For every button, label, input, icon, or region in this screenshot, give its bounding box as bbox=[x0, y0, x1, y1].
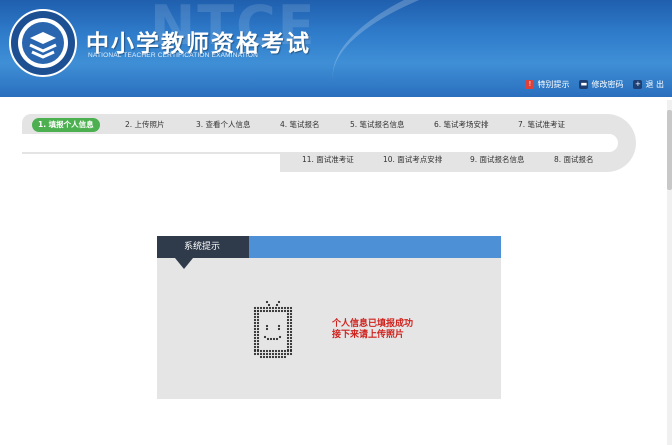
notice-title: 系统提示 bbox=[157, 236, 249, 258]
logout-link[interactable]: + 退 出 bbox=[633, 79, 664, 90]
notice-message: 个人信息已填报成功 接下来请上传照片 bbox=[332, 319, 413, 341]
step-2-upload-photo[interactable]: 2. 上传照片 bbox=[125, 118, 165, 132]
warning-icon: ! bbox=[525, 80, 535, 89]
step-3-view-info[interactable]: 3. 查看个人信息 bbox=[196, 118, 251, 132]
step-5-written-registration-info[interactable]: 5. 笔试报名信息 bbox=[350, 118, 405, 132]
password-icon: ▬ bbox=[579, 80, 589, 89]
header-banner: NTCE 中小学教师资格考试 NATIONAL TEACHER CERTIFIC… bbox=[0, 0, 672, 97]
scrollbar-thumb[interactable] bbox=[667, 110, 672, 190]
steps-bar: 1. 填报个人信息 2. 上传照片 3. 查看个人信息 4. 笔试报名 5. 笔… bbox=[22, 114, 636, 172]
notice-message-line1: 个人信息已填报成功 bbox=[332, 319, 414, 329]
step-9-interview-registration-info[interactable]: 9. 面试报名信息 bbox=[470, 153, 525, 167]
step-8-interview-registration[interactable]: 8. 面试报名 bbox=[554, 153, 594, 167]
step-10-interview-venue[interactable]: 10. 面试考点安排 bbox=[383, 153, 442, 167]
change-password-label: 修改密码 bbox=[591, 80, 624, 89]
logout-icon: + bbox=[633, 80, 643, 89]
page-subtitle: NATIONAL TEACHER CERTIFICATION EXAMINATI… bbox=[88, 52, 259, 59]
step-11-interview-admission-ticket[interactable]: 11. 面试准考证 bbox=[302, 153, 354, 167]
step-4-written-registration[interactable]: 4. 笔试报名 bbox=[280, 118, 320, 132]
notice-message-line2: 接下来请上传照片 bbox=[332, 330, 405, 340]
steps-track-gap-left bbox=[22, 154, 280, 172]
special-notice-link[interactable]: ! 特别提示 bbox=[525, 79, 569, 90]
tv-smile-icon bbox=[253, 300, 293, 359]
top-links: ! 特别提示 ▬ 修改密码 + 退 出 bbox=[525, 79, 664, 90]
logout-label: 退 出 bbox=[645, 80, 664, 89]
notice-tab-pointer bbox=[175, 258, 193, 269]
step-6-written-exam-room[interactable]: 6. 笔试考场安排 bbox=[434, 118, 489, 132]
steps-track-gap bbox=[22, 134, 618, 152]
step-1-fill-info[interactable]: 1. 填报个人信息 bbox=[32, 118, 100, 132]
step-7-written-admission-ticket[interactable]: 7. 笔试准考证 bbox=[518, 118, 565, 132]
exam-logo-icon bbox=[9, 9, 77, 77]
special-notice-label: 特别提示 bbox=[537, 80, 570, 89]
change-password-link[interactable]: ▬ 修改密码 bbox=[579, 79, 623, 90]
system-notice-panel: 系统提示 个人信息已填报成功 接下来请上传照片 bbox=[157, 236, 501, 399]
